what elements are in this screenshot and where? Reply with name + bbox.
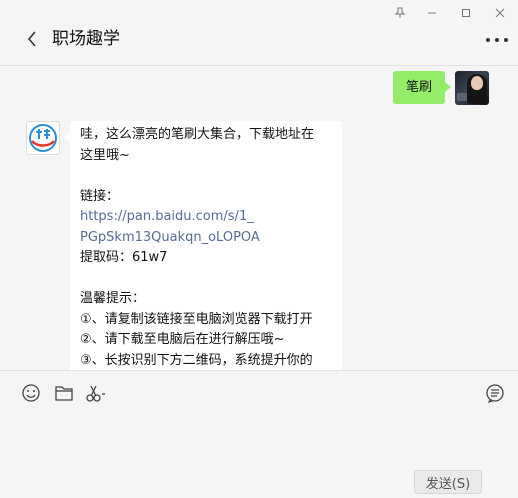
message-line: 温馨提示： bbox=[80, 291, 146, 306]
close-icon[interactable] bbox=[489, 3, 511, 23]
incoming-bubble[interactable]: 哇，这么漂亮的笔刷大集合，下载地址在 这里哦~ 链接： https://pan.… bbox=[64, 121, 342, 370]
message-line: ③、长按识别下方二维码，系统提升你的 bbox=[80, 352, 313, 368]
message-list[interactable]: 笔刷 哇，这么漂亮的笔刷大集合，下载地址在 这里哦~ 链接： https://p… bbox=[0, 66, 518, 370]
folder-icon[interactable] bbox=[53, 382, 75, 404]
more-dots-icon[interactable] bbox=[486, 33, 508, 47]
message-line: 提取码：61w7 bbox=[80, 250, 168, 265]
minimize-icon[interactable] bbox=[421, 3, 443, 23]
pin-icon[interactable] bbox=[389, 3, 411, 23]
zhiqu-logo-avatar[interactable] bbox=[26, 121, 60, 155]
message-line bbox=[80, 166, 332, 187]
message-input-area[interactable]: 发送(S) bbox=[0, 370, 518, 498]
message-line: 哇，这么漂亮的笔刷大集合，下载地址在 bbox=[80, 127, 315, 142]
scissors-icon[interactable] bbox=[85, 382, 107, 404]
message-line: 这里哦~ bbox=[80, 147, 130, 163]
chat-title: 职场趣学 bbox=[52, 29, 120, 49]
emoji-icon[interactable] bbox=[20, 382, 42, 404]
message-line: ①、请复制该链接至电脑浏览器下载打开 bbox=[80, 311, 313, 327]
message-line: ②、请下载至电脑后在进行解压哦~ bbox=[80, 332, 285, 347]
user-avatar[interactable] bbox=[455, 71, 489, 105]
send-button[interactable]: 发送(S) bbox=[414, 470, 482, 494]
maximize-icon[interactable] bbox=[455, 3, 477, 23]
outgoing-message: 笔刷 bbox=[392, 71, 489, 105]
chevron-left-icon[interactable] bbox=[22, 27, 42, 51]
message-line bbox=[80, 269, 332, 290]
outgoing-bubble[interactable]: 笔刷 bbox=[392, 71, 452, 104]
chat-header: 职场趣学 bbox=[0, 0, 518, 66]
chat-history-icon[interactable] bbox=[484, 382, 506, 404]
download-link[interactable]: https://pan.baidu.com/s/1_ bbox=[80, 207, 332, 228]
download-link-continued[interactable]: PGpSkm13Quakqn_oLOPOA bbox=[80, 228, 332, 249]
message-line: 链接： bbox=[80, 188, 120, 204]
